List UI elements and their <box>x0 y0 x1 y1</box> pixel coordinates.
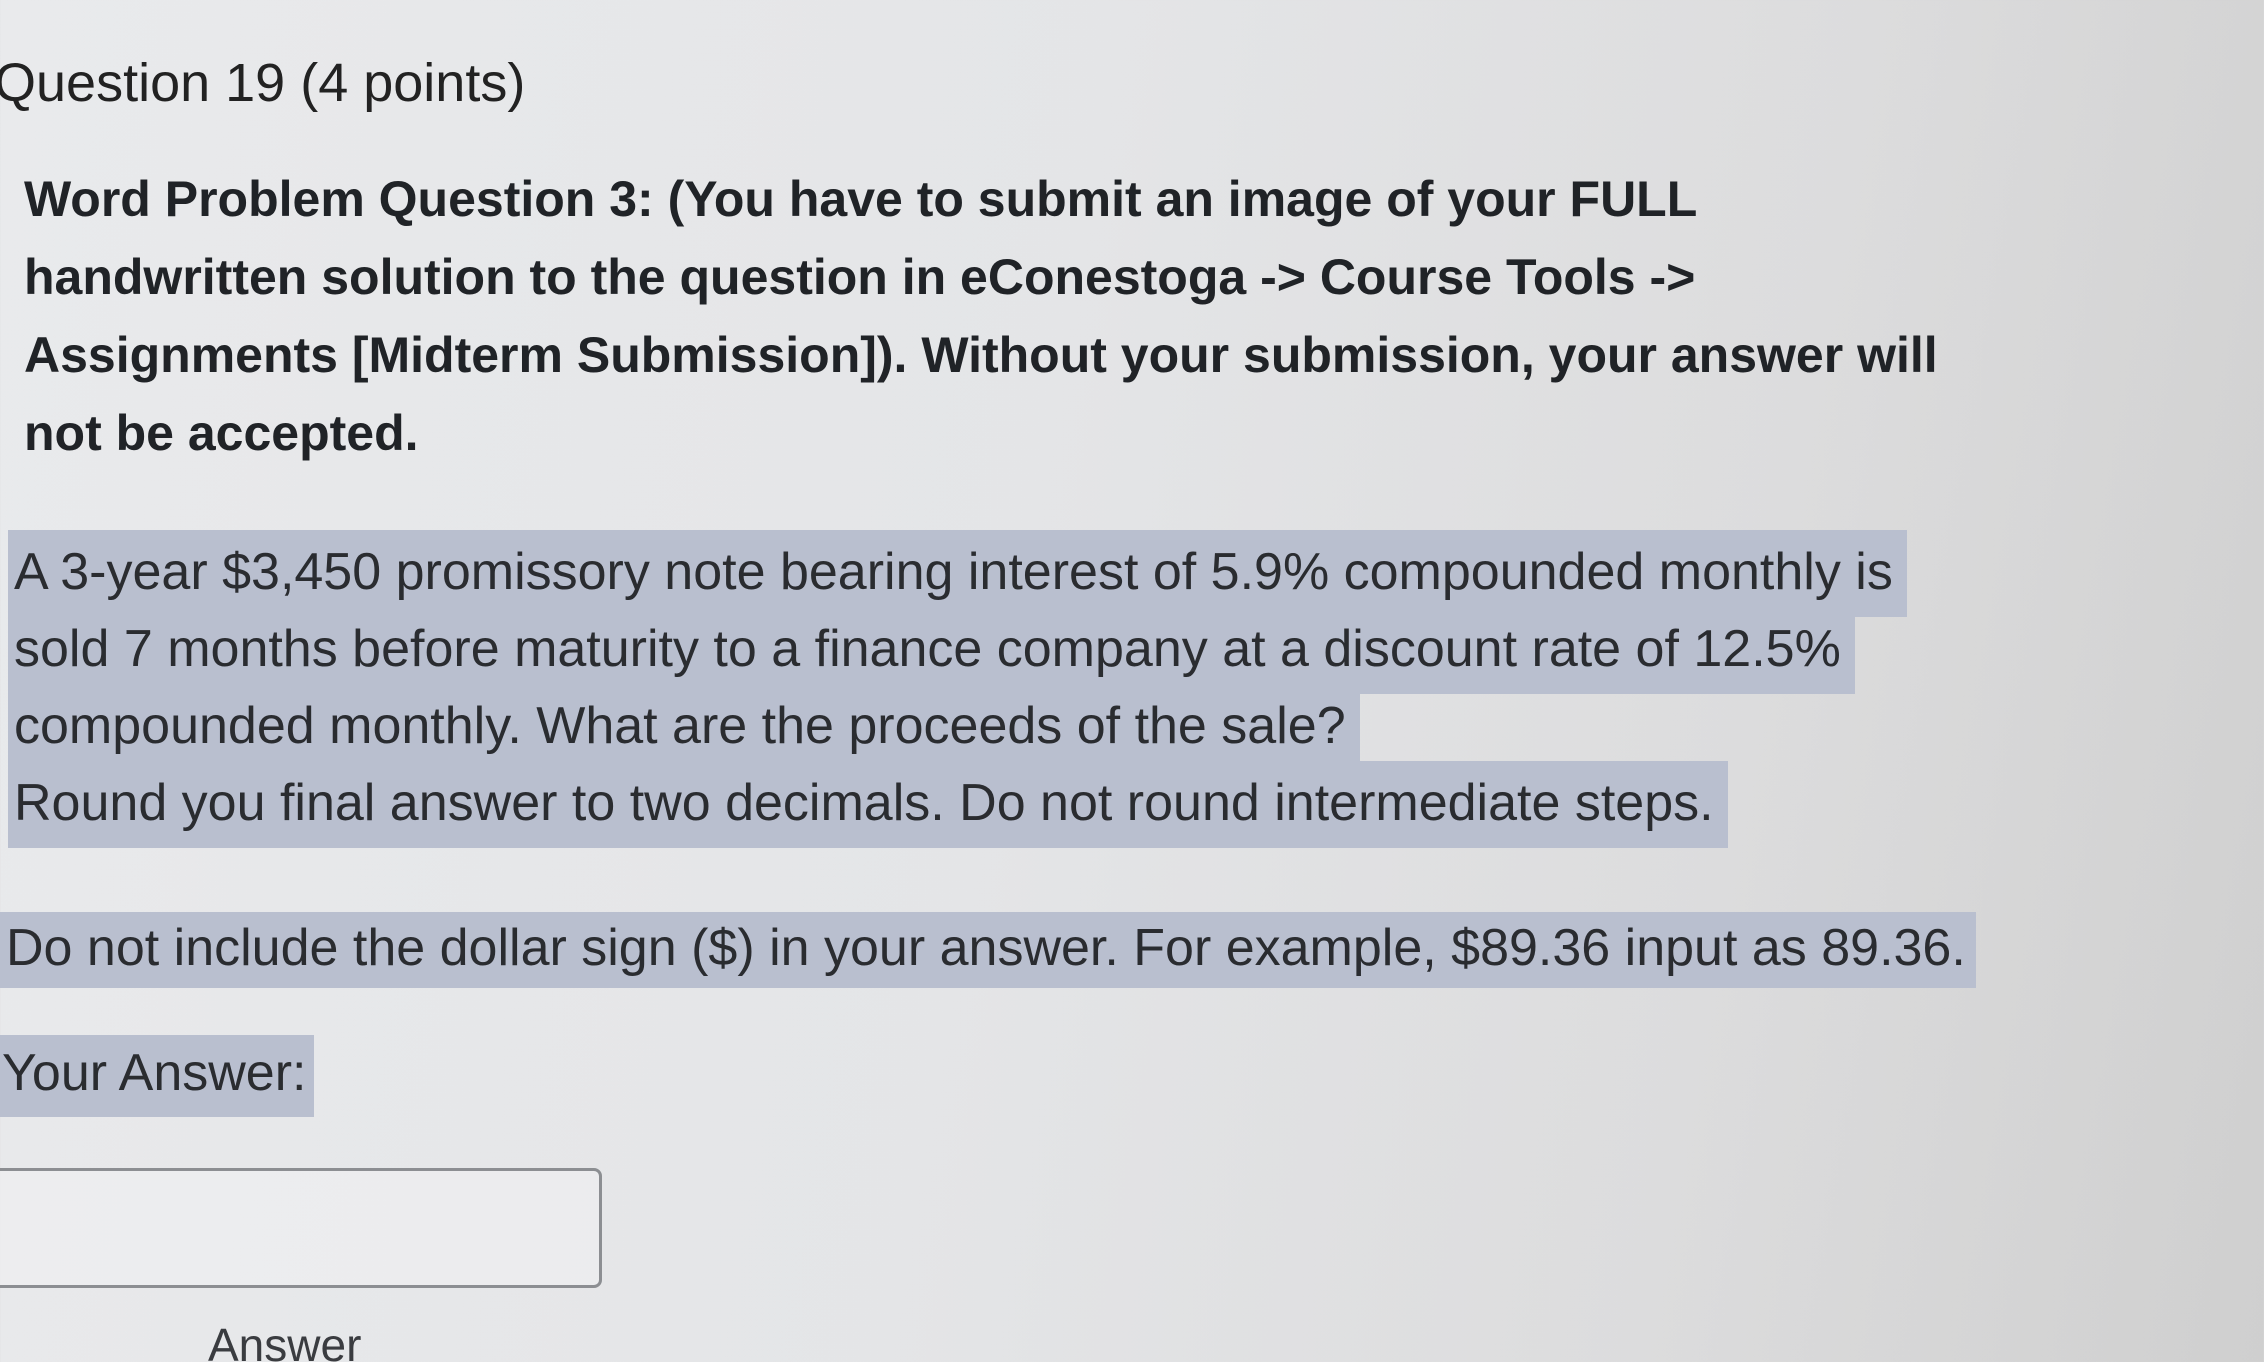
submission-instructions: Word Problem Question 3: (You have to su… <box>24 160 2004 472</box>
problem-line: A 3-year $3,450 promissory note bearing … <box>8 530 1907 617</box>
quiz-page: Question 19 (4 points) Word Problem Ques… <box>0 0 2264 1362</box>
instruction-line: handwritten solution to the question in … <box>24 249 1696 305</box>
answer-label-text: Your Answer: <box>0 1035 315 1117</box>
question-number: Question 19 <box>0 53 286 113</box>
instruction-line: Word Problem Question 3: (You have to su… <box>24 171 1698 227</box>
problem-line: sold 7 months before maturity to a finan… <box>8 607 1855 694</box>
question-header: Question 19 (4 points) <box>0 52 525 114</box>
instruction-line: not be accepted. <box>24 405 419 461</box>
question-points: (4 points) <box>300 53 526 113</box>
answer-label: Your Answer: <box>0 1035 315 1117</box>
problem-text: A 3-year $3,450 promissory note bearing … <box>8 530 1907 848</box>
answer-input[interactable] <box>0 1168 602 1288</box>
answer-button[interactable]: Answer <box>190 1318 379 1362</box>
instruction-line: Assignments [Midterm Submission]). Witho… <box>24 327 1938 383</box>
problem-line: compounded monthly. What are the proceed… <box>8 684 1360 771</box>
format-note-text: Do not include the dollar sign ($) in yo… <box>0 912 1976 988</box>
format-note: Do not include the dollar sign ($) in yo… <box>0 912 1976 988</box>
problem-line: Round you final answer to two decimals. … <box>8 761 1728 848</box>
